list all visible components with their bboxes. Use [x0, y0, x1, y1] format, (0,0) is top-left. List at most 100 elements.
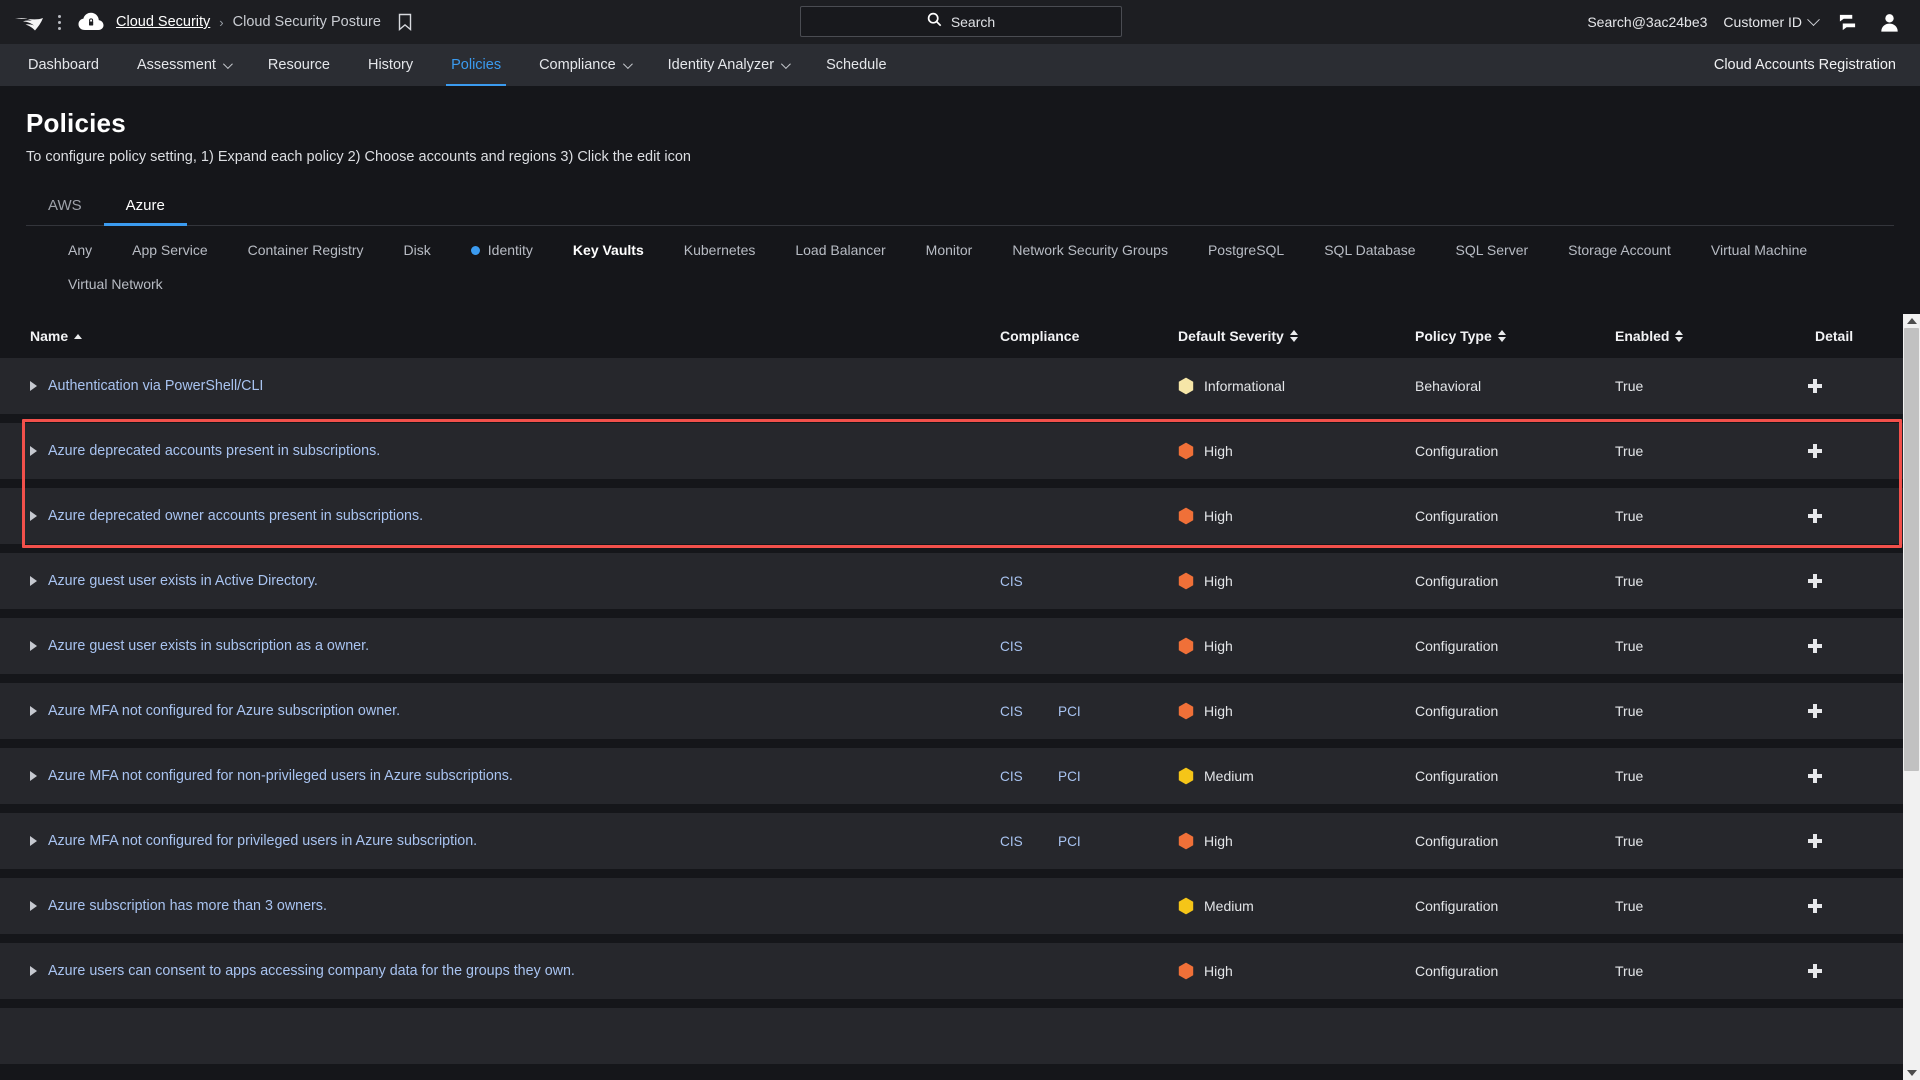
customer-id-dropdown[interactable]: Customer ID: [1723, 14, 1818, 30]
account-label: Search@3ac24be3: [1587, 14, 1707, 30]
policy-type-cell: Configuration: [1415, 898, 1615, 914]
compliance-badge[interactable]: CIS: [1000, 574, 1058, 589]
column-header-sev[interactable]: Default Severity: [1178, 328, 1415, 344]
table-row[interactable]: [0, 1008, 1920, 1064]
service-chip-app-service[interactable]: App Service: [112, 242, 227, 258]
falcon-logo: [14, 10, 44, 34]
column-header-label: Name: [30, 328, 68, 344]
user-avatar-icon[interactable]: [1876, 9, 1902, 35]
service-chip-disk[interactable]: Disk: [384, 242, 451, 258]
policy-name-link[interactable]: Authentication via PowerShell/CLI: [48, 378, 263, 394]
service-chip-key-vaults[interactable]: Key Vaults: [553, 242, 664, 258]
nav-item-policies[interactable]: Policies: [432, 44, 520, 86]
nav-right-group: Cloud Accounts Registration: [1710, 44, 1896, 86]
service-chip-label: Load Balancer: [795, 242, 885, 258]
policy-name-cell: Authentication via PowerShell/CLI: [30, 378, 1000, 394]
selected-dot-icon: [471, 246, 480, 255]
breadcrumb-root-link[interactable]: Cloud Security: [116, 14, 210, 30]
nav-item-compliance[interactable]: Compliance: [520, 44, 649, 86]
bookmark-icon[interactable]: [398, 13, 412, 31]
nav-item-label: Policies: [451, 57, 501, 73]
service-chip-label: Monitor: [926, 242, 973, 258]
nav-cloud-accounts-registration[interactable]: Cloud Accounts Registration: [1710, 57, 1896, 73]
table-row[interactable]: Authentication via PowerShell/CLIInforma…: [0, 358, 1920, 414]
table-row[interactable]: Azure MFA not configured for non-privile…: [0, 748, 1920, 804]
service-chip-container-registry[interactable]: Container Registry: [228, 242, 384, 258]
table-row[interactable]: Azure deprecated owner accounts present …: [0, 488, 1920, 544]
kebab-menu-icon[interactable]: [50, 10, 68, 34]
service-chip-kubernetes[interactable]: Kubernetes: [664, 242, 776, 258]
table-row[interactable]: Azure guest user exists in Active Direct…: [0, 553, 1920, 609]
global-search-input[interactable]: Search: [800, 6, 1122, 37]
service-chip-sql-database[interactable]: SQL Database: [1304, 242, 1435, 258]
expand-caret-icon[interactable]: [30, 836, 37, 846]
provider-tab-aws[interactable]: AWS: [26, 193, 104, 225]
enabled-cell: True: [1615, 638, 1815, 654]
expand-caret-icon[interactable]: [30, 901, 37, 911]
service-chip-network-security-groups[interactable]: Network Security Groups: [992, 242, 1188, 258]
service-chip-postgresql[interactable]: PostgreSQL: [1188, 242, 1304, 258]
policy-name-link[interactable]: Azure guest user exists in Active Direct…: [48, 573, 318, 589]
chevron-down-icon: [781, 59, 791, 69]
service-chip-monitor[interactable]: Monitor: [906, 242, 993, 258]
nav-item-identity-analyzer[interactable]: Identity Analyzer: [649, 44, 807, 86]
expand-caret-icon[interactable]: [30, 641, 37, 651]
policy-name-link[interactable]: Azure MFA not configured for non-privile…: [48, 768, 513, 784]
provider-tabs: AWSAzure: [26, 193, 1894, 226]
expand-caret-icon[interactable]: [30, 576, 37, 586]
compliance-badge[interactable]: CIS: [1000, 834, 1058, 849]
nav-item-resource[interactable]: Resource: [249, 44, 349, 86]
table-row[interactable]: Azure MFA not configured for privileged …: [0, 813, 1920, 869]
column-header-ptype[interactable]: Policy Type: [1415, 328, 1615, 344]
service-chip-storage-account[interactable]: Storage Account: [1548, 242, 1691, 258]
nav-item-assessment[interactable]: Assessment: [118, 44, 249, 86]
chevron-down-icon: [223, 59, 233, 69]
scrollbar-thumb[interactable]: [1904, 328, 1919, 771]
policy-name-link[interactable]: Azure MFA not configured for Azure subsc…: [48, 703, 400, 719]
policy-name-link[interactable]: Azure MFA not configured for privileged …: [48, 833, 477, 849]
expand-caret-icon[interactable]: [30, 511, 37, 521]
policy-name-link[interactable]: Azure deprecated accounts present in sub…: [48, 443, 380, 459]
scroll-up-arrow-icon[interactable]: [1907, 318, 1917, 324]
service-chip-virtual-network[interactable]: Virtual Network: [48, 276, 183, 292]
column-header-enabled[interactable]: Enabled: [1615, 328, 1815, 344]
policy-name-link[interactable]: Azure users can consent to apps accessin…: [48, 963, 575, 979]
policy-name-link[interactable]: Azure guest user exists in subscription …: [48, 638, 369, 654]
expand-caret-icon[interactable]: [30, 446, 37, 456]
nav-item-dashboard[interactable]: Dashboard: [24, 44, 118, 86]
compliance-badge[interactable]: CIS: [1000, 704, 1058, 719]
nav-item-schedule[interactable]: Schedule: [807, 44, 905, 86]
column-header-label: Policy Type: [1415, 328, 1492, 344]
column-header-name[interactable]: Name: [30, 328, 1000, 344]
policy-name-link[interactable]: Azure deprecated owner accounts present …: [48, 508, 423, 524]
expand-caret-icon[interactable]: [30, 966, 37, 976]
scrollbar-track[interactable]: [1903, 328, 1920, 1066]
compliance-badge[interactable]: PCI: [1058, 834, 1116, 849]
nav-item-history[interactable]: History: [349, 44, 432, 86]
table-row[interactable]: Azure users can consent to apps accessin…: [0, 943, 1920, 999]
severity-cell: High: [1178, 637, 1415, 655]
table-row[interactable]: Azure deprecated accounts present in sub…: [0, 423, 1920, 479]
table-row[interactable]: Azure MFA not configured for Azure subsc…: [0, 683, 1920, 739]
table-row[interactable]: Azure guest user exists in subscription …: [0, 618, 1920, 674]
service-chip-identity[interactable]: Identity: [451, 242, 553, 258]
expand-caret-icon[interactable]: [30, 706, 37, 716]
service-chip-any[interactable]: Any: [48, 242, 112, 258]
table-row[interactable]: Azure subscription has more than 3 owner…: [0, 878, 1920, 934]
breadcrumb: Cloud Security › Cloud Security Posture: [116, 13, 412, 31]
expand-caret-icon[interactable]: [30, 771, 37, 781]
expand-caret-icon[interactable]: [30, 381, 37, 391]
service-chip-virtual-machine[interactable]: Virtual Machine: [1691, 242, 1827, 258]
service-chip-sql-server[interactable]: SQL Server: [1436, 242, 1549, 258]
compliance-badge[interactable]: PCI: [1058, 704, 1116, 719]
table-vertical-scrollbar[interactable]: [1903, 314, 1920, 1080]
service-chip-load-balancer[interactable]: Load Balancer: [775, 242, 905, 258]
policy-name-link[interactable]: Azure subscription has more than 3 owner…: [48, 898, 327, 914]
compliance-cell: CISPCI: [1000, 834, 1178, 849]
list-view-icon[interactable]: [1834, 9, 1860, 35]
scroll-down-arrow-icon[interactable]: [1907, 1070, 1917, 1076]
provider-tab-azure[interactable]: Azure: [104, 193, 187, 225]
compliance-badge[interactable]: PCI: [1058, 769, 1116, 784]
compliance-badge[interactable]: CIS: [1000, 769, 1058, 784]
compliance-badge[interactable]: CIS: [1000, 639, 1058, 654]
